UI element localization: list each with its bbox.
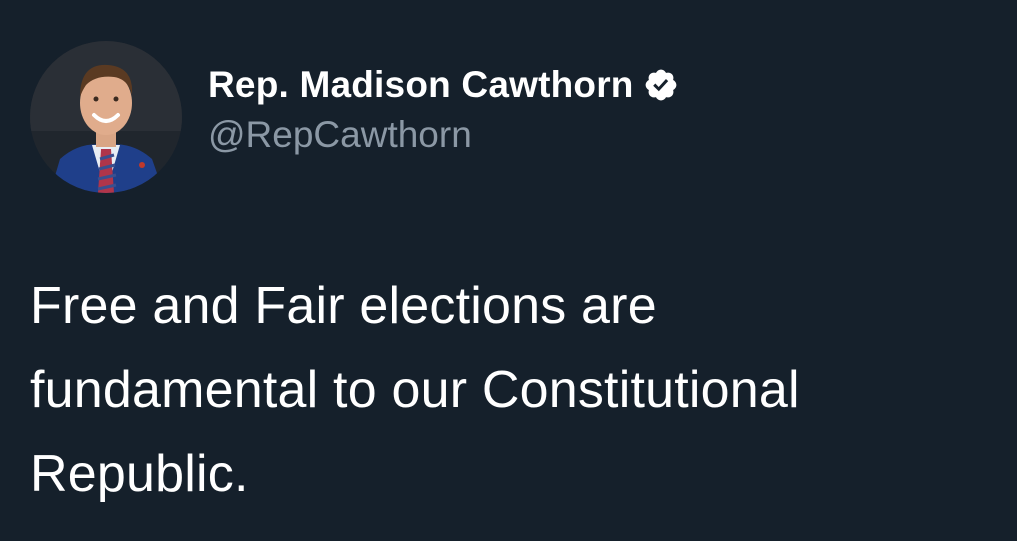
- verified-badge-icon: [643, 67, 679, 103]
- tweet-card: Rep. Madison Cawthorn @RepCawthorn Free …: [0, 0, 1017, 541]
- tweet-header: Rep. Madison Cawthorn @RepCawthorn: [30, 41, 679, 193]
- author-handle[interactable]: @RepCawthorn: [208, 113, 679, 157]
- tweet-text-line: Free and Fair elections are: [30, 277, 657, 335]
- tweet-text: Free and Fair elections are fundamental …: [30, 264, 990, 516]
- author-display-name[interactable]: Rep. Madison Cawthorn: [208, 63, 634, 107]
- avatar-image: [30, 41, 182, 193]
- tweet-text-line: fundamental to our Constitutional: [30, 361, 800, 419]
- tweet-text-line: Republic.: [30, 445, 249, 503]
- author-block: Rep. Madison Cawthorn @RepCawthorn: [208, 63, 679, 157]
- name-row: Rep. Madison Cawthorn: [208, 63, 679, 107]
- avatar[interactable]: [30, 41, 182, 193]
